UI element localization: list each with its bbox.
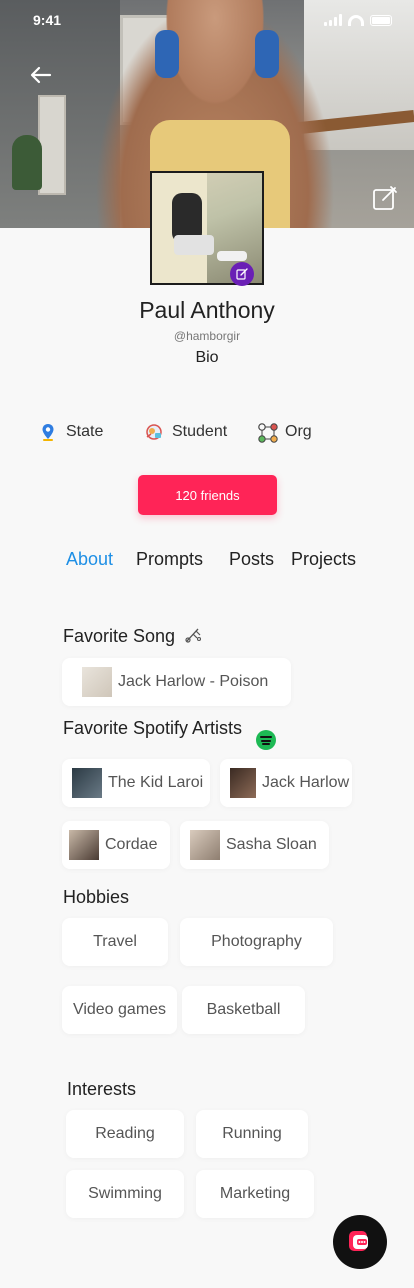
edit-cover-icon[interactable] [372, 185, 398, 211]
profile-bio: Bio [195, 349, 219, 366]
status-icons [324, 14, 392, 26]
favorite-artists-title: Favorite Spotify Artists [63, 718, 243, 738]
hobby-chip[interactable]: Video games [62, 986, 177, 1034]
tab-about[interactable]: About [66, 549, 113, 570]
song-cover-thumbnail [82, 667, 112, 697]
artist-label: Cordae [105, 836, 158, 853]
hobby-chip[interactable]: Photography [180, 918, 333, 966]
cover-plant [12, 135, 42, 190]
cellular-signal-icon [324, 14, 342, 26]
artist-thumbnail [72, 768, 102, 798]
artist-chip[interactable]: Sasha Sloan [180, 821, 329, 869]
artist-thumbnail [230, 768, 256, 798]
artist-thumbnail [190, 830, 220, 860]
interest-chip[interactable]: Reading [66, 1110, 184, 1158]
interest-chip[interactable]: Running [196, 1110, 308, 1158]
tab-projects[interactable]: Projects [291, 549, 356, 570]
hobby-chip[interactable]: Basketball [182, 986, 305, 1034]
location-pin-icon [38, 422, 58, 442]
artist-label: Sasha Sloan [226, 836, 317, 853]
interest-chip[interactable]: Marketing [196, 1170, 314, 1218]
battery-icon [370, 14, 392, 26]
meta-state: State [38, 422, 103, 442]
meta-org: Org [257, 422, 312, 443]
chat-fab-button[interactable] [333, 1215, 387, 1269]
status-bar: 9:41 [0, 0, 414, 40]
meta-student: Student [144, 422, 227, 442]
wifi-icon [348, 14, 364, 26]
artist-chip[interactable]: Jack Harlow [220, 759, 352, 807]
friends-button[interactable]: 120 friends [138, 475, 277, 515]
hobby-chip[interactable]: Travel [62, 918, 168, 966]
interest-chip[interactable]: Swimming [66, 1170, 184, 1218]
spotify-icon [256, 730, 276, 750]
profile-tabs: About Prompts Posts Projects [0, 549, 414, 573]
favorite-song-title: Favorite Song [63, 626, 176, 646]
artist-label: Jack Harlow [262, 774, 350, 791]
artist-chip[interactable]: Cordae [62, 821, 170, 869]
favorite-song-label: Jack Harlow - Poison [118, 673, 269, 690]
artist-label: The Kid Laroi [108, 774, 204, 791]
meta-state-label: State [66, 423, 104, 440]
interests-title: Interests [67, 1079, 137, 1099]
meta-student-label: Student [172, 423, 228, 440]
meta-org-label: Org [285, 423, 312, 440]
edit-avatar-icon[interactable] [230, 262, 254, 286]
music-notes-icon [183, 625, 203, 645]
profile-handle: @hamborgir [173, 329, 241, 343]
profile-meta-row: State Student Org [0, 422, 414, 448]
cover-shelf [38, 95, 66, 195]
hobbies-title: Hobbies [63, 887, 130, 907]
artist-thumbnail [69, 830, 99, 860]
org-network-icon [257, 422, 278, 443]
back-arrow-icon[interactable] [28, 64, 54, 90]
app-logo-icon [349, 1231, 368, 1251]
tab-prompts[interactable]: Prompts [136, 549, 203, 570]
artist-chip[interactable]: The Kid Laroi [62, 759, 210, 807]
tab-posts[interactable]: Posts [229, 549, 274, 570]
favorite-song-chip[interactable]: Jack Harlow - Poison [62, 658, 291, 706]
student-badge-icon [144, 422, 164, 442]
status-time: 9:41 [33, 12, 62, 28]
profile-name: Paul Anthony [139, 297, 275, 323]
